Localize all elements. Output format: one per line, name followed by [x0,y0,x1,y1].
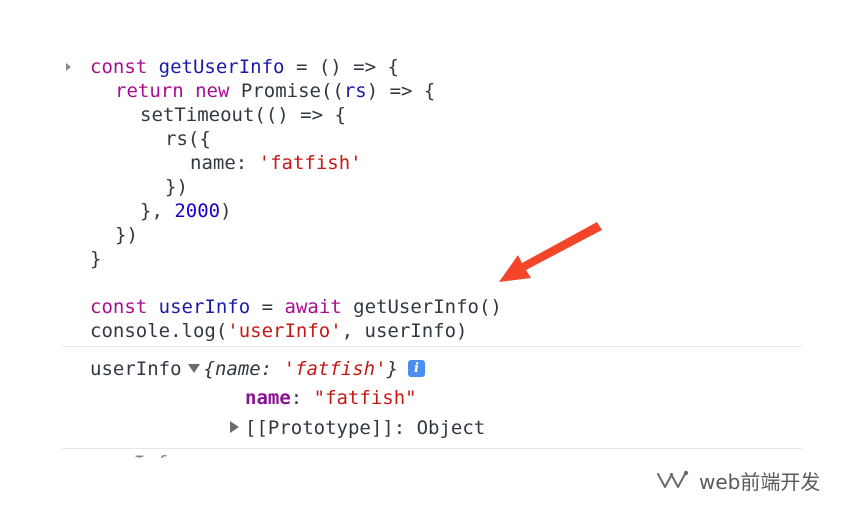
red-arrow-icon [499,222,602,282]
watermark-text: web前端开发 [699,469,821,494]
watermark: web前端开发 [655,465,820,495]
wechat-channel-icon [657,470,689,488]
arrow-shape [499,222,602,282]
console-panel: const getUserInfo = () => { return new P… [0,0,853,518]
